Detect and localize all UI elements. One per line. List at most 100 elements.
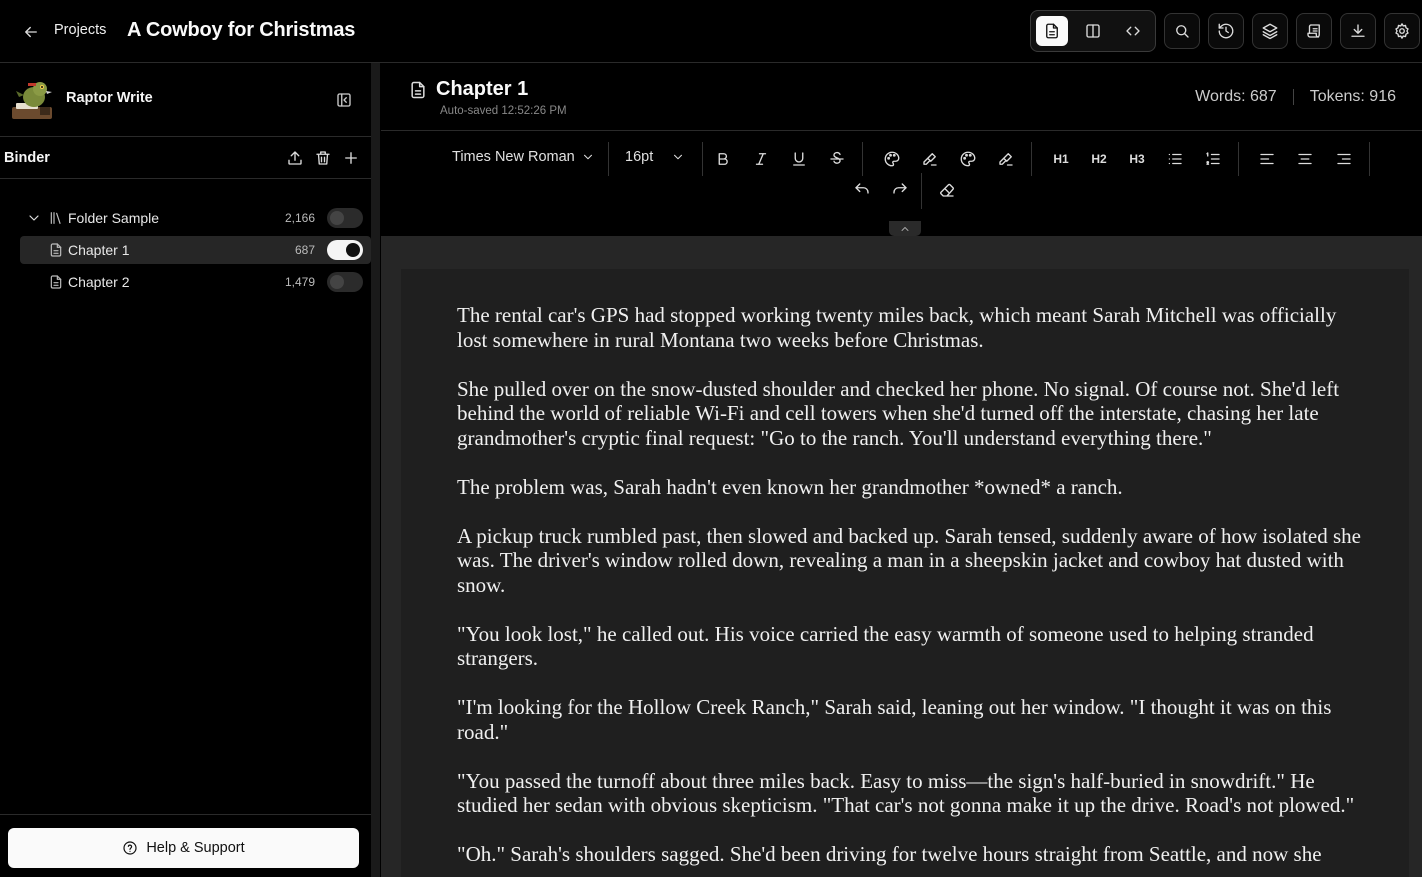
tree-item-chapter-1[interactable]: Chapter 1 687 (20, 236, 371, 264)
sidebar-resize-handle[interactable] (371, 63, 380, 877)
heading-3-button[interactable]: H3 (1125, 147, 1149, 171)
document-title: A Cowboy for Christmas (127, 19, 356, 41)
split-view-button[interactable] (1077, 16, 1109, 46)
include-toggle[interactable] (327, 272, 363, 292)
help-support-label: Help & Support (146, 840, 245, 856)
remove-highlight-button[interactable] (994, 147, 1018, 171)
background-color-button[interactable] (956, 147, 980, 171)
plus-icon[interactable] (342, 149, 360, 167)
underline-button[interactable] (787, 147, 811, 171)
font-family-value: Times New Roman (452, 149, 575, 165)
paragraph[interactable]: She pulled over on the snow-dusted shoul… (457, 377, 1367, 451)
settings-button[interactable] (1384, 13, 1420, 49)
font-family-select[interactable]: Times New Roman (452, 149, 595, 165)
collapse-toolbar-button[interactable] (889, 221, 921, 236)
bullet-list-button[interactable] (1163, 147, 1187, 171)
trash-icon[interactable] (314, 149, 332, 167)
heading-1-button[interactable]: H1 (1049, 147, 1073, 171)
toggle-knob (346, 243, 360, 257)
top-bar: Projects A Cowboy for Christmas (0, 0, 1422, 63)
highlighter-icon (923, 153, 937, 166)
search-button[interactable] (1164, 13, 1200, 49)
clear-formatting-button[interactable] (935, 178, 959, 202)
divider (1369, 142, 1370, 176)
paragraph[interactable]: The problem was, Sarah hadn't even known… (457, 475, 1367, 500)
paragraph[interactable]: "Oh." Sarah's shoulders sagged. She'd be… (457, 842, 1367, 867)
scroll-icon (1307, 24, 1320, 38)
export-icon[interactable] (286, 149, 304, 167)
tokens-count: 916 (1369, 88, 1396, 105)
history-button[interactable] (1208, 13, 1244, 49)
words-label: Words: (1195, 88, 1246, 105)
align-center-button[interactable] (1293, 147, 1317, 171)
word-count: 687 (294, 243, 315, 257)
italic-button[interactable] (749, 147, 773, 171)
palette-icon (884, 151, 900, 167)
binder-title: Binder (4, 150, 50, 166)
align-center-icon (1298, 153, 1312, 165)
highlight-button[interactable] (918, 147, 942, 171)
words-count: 687 (1250, 88, 1277, 105)
list-ordered-icon (1206, 152, 1220, 165)
font-size-select[interactable]: 16pt (625, 149, 685, 165)
download-button[interactable] (1340, 13, 1376, 49)
document-body[interactable]: The rental car's GPS had stopped working… (457, 303, 1367, 877)
paragraph[interactable]: "You look lost," he called out. His voic… (457, 622, 1367, 671)
tree-item-label: Folder Sample (68, 210, 160, 226)
align-right-button[interactable] (1332, 147, 1356, 171)
back-arrow-icon[interactable] (18, 19, 44, 45)
include-toggle[interactable] (327, 240, 363, 260)
include-toggle[interactable] (327, 208, 363, 228)
document-view-button[interactable] (1036, 16, 1068, 46)
chevron-down-icon (583, 154, 592, 160)
paragraph[interactable]: "You passed the turnoff about three mile… (457, 769, 1367, 818)
numbered-list-button[interactable] (1201, 147, 1225, 171)
editor-area: Chapter 1 Auto-saved 12:52:26 PM Words: … (381, 63, 1422, 877)
code-icon (1126, 26, 1140, 36)
highlighter-icon (999, 153, 1013, 166)
help-support-button[interactable]: Help & Support (8, 828, 359, 868)
paragraph[interactable]: A pickup truck rumbled past, then slowed… (457, 524, 1367, 598)
heading-2-button[interactable]: H2 (1087, 147, 1111, 171)
paragraph[interactable]: "I'm looking for the Hollow Creek Ranch,… (457, 695, 1367, 744)
bold-button[interactable] (711, 147, 735, 171)
chevron-down-icon[interactable] (26, 210, 42, 226)
code-view-button[interactable] (1117, 16, 1149, 46)
undo-icon (855, 183, 869, 194)
word-count: 2,166 (284, 211, 315, 225)
manuscript-button[interactable] (1296, 13, 1332, 49)
binder-header: Binder (0, 137, 371, 179)
document-page[interactable]: The rental car's GPS had stopped working… (401, 269, 1409, 877)
paragraph[interactable]: The rental car's GPS had stopped working… (457, 303, 1367, 352)
tree-folder[interactable]: Folder Sample 2,166 (20, 204, 371, 232)
list-bullet-icon (1168, 153, 1182, 165)
undo-button[interactable] (850, 178, 874, 202)
search-icon (1176, 25, 1189, 38)
align-left-button[interactable] (1255, 147, 1279, 171)
tree-item-label: Chapter 1 (68, 242, 130, 258)
chevron-down-icon (674, 154, 683, 160)
download-icon (1351, 24, 1365, 37)
document-icon (48, 242, 64, 258)
document-icon (1046, 23, 1058, 39)
brand-header: Raptor Write (0, 63, 371, 137)
layers-icon (1262, 23, 1278, 40)
redo-icon (893, 183, 907, 194)
help-circle-icon (123, 841, 137, 855)
collapse-sidebar-icon[interactable] (335, 91, 355, 111)
tokens-label: Tokens: (1309, 88, 1365, 105)
strikethrough-button[interactable] (825, 147, 849, 171)
redo-button[interactable] (888, 178, 912, 202)
align-right-icon (1337, 153, 1351, 165)
align-left-icon (1260, 153, 1274, 165)
tree-item-chapter-2[interactable]: Chapter 2 1,479 (20, 268, 371, 296)
gear-icon (1395, 23, 1409, 39)
projects-link[interactable]: Projects (54, 22, 106, 38)
document-icon (48, 274, 64, 290)
text-color-button[interactable] (880, 147, 904, 171)
autosave-status: Auto-saved 12:52:26 PM (440, 105, 567, 117)
italic-icon (755, 153, 767, 165)
font-size-value: 16pt (625, 149, 654, 165)
layers-button[interactable] (1252, 13, 1288, 49)
eraser-icon (940, 183, 954, 197)
